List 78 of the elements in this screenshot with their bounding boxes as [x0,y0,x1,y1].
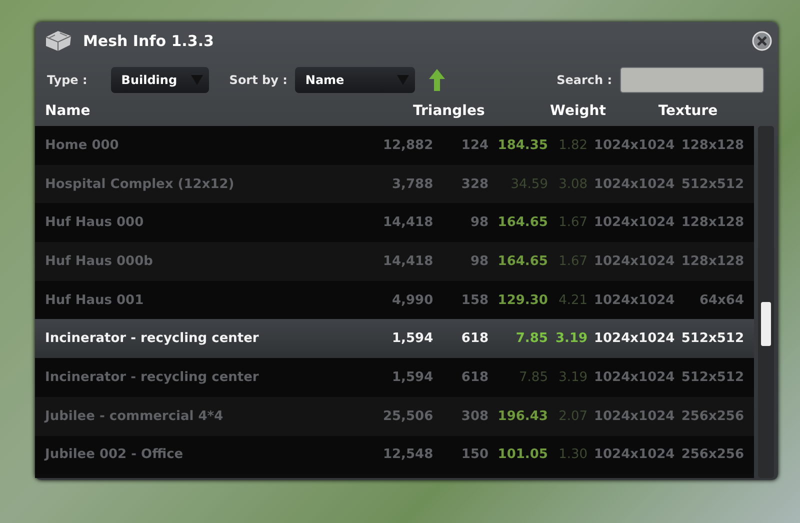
texture-cell-text: 256x256 [680,447,744,462]
name-cell-text: Home 000 [45,138,120,153]
texture-cell-text: 1024x1024 [592,331,675,346]
name-cell-text: Huf Haus 000 [45,215,145,230]
texture-cell-text: 1024x1024 [592,447,675,462]
texture-cell-text: 1024x1024 [592,254,675,269]
mesh-icon [43,29,73,53]
texture-cell-text: 512x512 [680,331,744,346]
sort-label: Sort by : [229,73,288,87]
sort-dropdown[interactable]: Name [295,67,416,93]
table-cell-text: 308 [460,408,489,424]
texture-cell-text: 1024x1024 [592,138,675,153]
weight-cell-text: 164.65 [496,215,548,230]
name-column-header[interactable]: Name [45,103,413,119]
triangles-cell-text: 3,788 [391,176,434,192]
search-label: Search : [556,73,612,87]
triangles-cell-text: 4,990 [391,292,434,308]
texture-cell-text: 1024x1024 [592,215,675,230]
name-cell-text: Incinerator - recycling center [45,331,260,346]
weight-cell-text: 1.82 [558,138,588,153]
weight-cell-text: 101.05 [496,447,548,462]
texture-cell-text: 128x128 [680,138,744,153]
texture-cell-text: 64x64 [698,292,744,308]
table-cell-text: 158 [460,292,489,308]
texture-cell-text: 512x512 [680,176,744,192]
texture-cell-text: 1024x1024 [592,176,675,192]
table-cell-text: 98 [469,215,489,230]
caret-icon [397,75,410,85]
search-field[interactable] [620,67,764,93]
name-cell-text: Hospital Complex (12x12) [45,176,236,192]
table-cell-text: 618 [460,331,489,346]
name-cell-text: Incinerator - recycling center [45,370,260,385]
triangles-cell-text: 1,594 [391,331,434,346]
texture-cell-text: 256x256 [680,408,744,424]
weight-cell-text: 129.30 [496,292,548,308]
texture-cell-text: 1024x1024 [592,370,675,385]
close-button[interactable] [752,31,772,51]
scrollbar[interactable] [758,126,774,478]
scrollbar-thumb[interactable] [761,302,771,346]
caret-icon [191,75,204,85]
weight-cell-text: 1.67 [558,215,588,230]
weight-cell-text: 184.35 [496,138,548,153]
type-label: Type : [47,73,88,87]
triangles-cell-text: 25,506 [382,408,434,424]
name-cell-text: Jubilee 002 - Office [45,447,184,462]
texture-cell-text: 1024x1024 [592,292,675,308]
triangles-cell-text: 12,882 [382,138,434,153]
texture-cell-text: 512x512 [680,370,744,385]
triangles-column-header[interactable]: Triangles [413,103,523,119]
weight-cell-text: 196.43 [496,408,548,424]
weight-cell-text: 3.19 [558,370,588,385]
weight-cell-text: 164.65 [496,254,548,269]
type-dropdown[interactable]: Building [111,67,210,93]
triangles-cell-text: 12,548 [382,447,434,462]
weight-cell-text: 7.85 [514,331,548,346]
texture-cell-text: 128x128 [680,215,744,230]
weight-cell-text: 1.30 [558,447,588,462]
sort-direction-button[interactable] [429,69,446,91]
weight-column-header[interactable]: Weight [523,103,633,119]
triangles-cell-text: 1,594 [391,370,434,385]
table-row[interactable]: Incinerator - recycling center 1,594 618 7.85 3.19 1024x1024 512x512 [35,319,754,358]
name-cell-text: Jubilee - commercial 4*4 [45,408,224,424]
weight-cell-text: 4.21 [558,292,588,308]
name-cell-text: Huf Haus 001 [45,292,145,308]
window-title: Mesh Info 1.3.3 [83,32,215,50]
triangles-cell-text: 14,418 [382,215,434,230]
texture-cell-text: 128x128 [680,254,744,269]
table-cell-text: 98 [469,254,489,269]
table-cell-text: 618 [460,370,489,385]
texture-column-header[interactable]: Texture [633,103,743,119]
table-cell-text: 150 [460,447,489,462]
name-cell-text: Huf Haus 000b [45,254,154,269]
texture-cell-text: 1024x1024 [592,408,675,424]
table-cell-text: 328 [460,176,489,192]
weight-cell-text: 3.19 [554,331,588,346]
weight-cell-text: 7.85 [518,370,548,385]
triangles-cell-text: 14,418 [382,254,434,269]
table-cell-text: 124 [460,138,489,153]
